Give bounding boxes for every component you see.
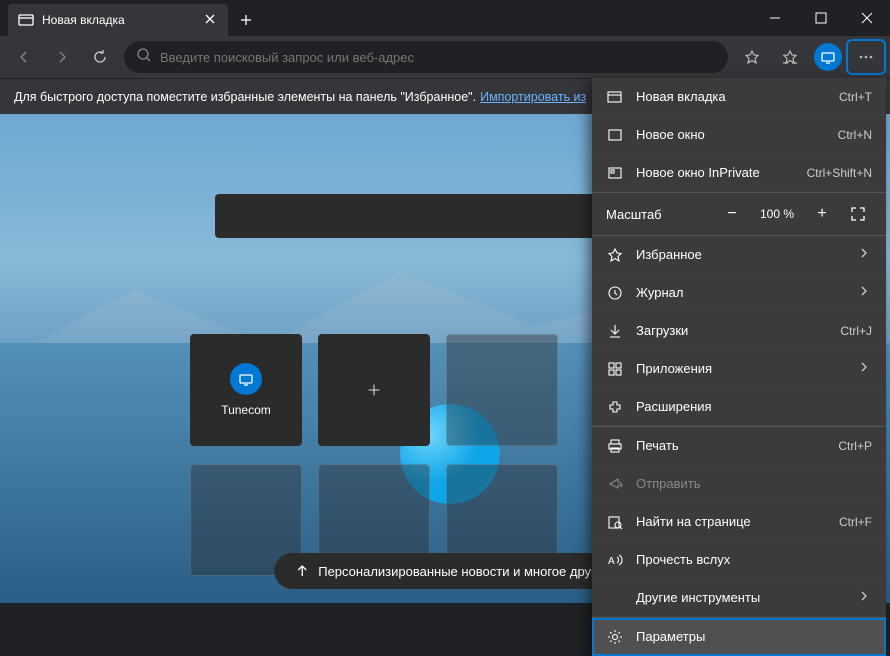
- back-button[interactable]: [6, 41, 42, 73]
- fullscreen-button[interactable]: [844, 200, 872, 228]
- address-input[interactable]: [160, 50, 716, 65]
- menu-label: Журнал: [636, 285, 844, 300]
- news-button-label: Персонализированные новости и многое дру…: [318, 564, 596, 579]
- import-favorites-link[interactable]: Импортировать из: [480, 90, 586, 104]
- favorite-star-button[interactable]: [734, 41, 770, 73]
- personalized-news-button[interactable]: Персонализированные новости и многое дру…: [274, 553, 616, 589]
- profile-button[interactable]: [814, 43, 842, 71]
- menu-share: Отправить: [592, 465, 886, 503]
- new-tab-button[interactable]: [232, 6, 260, 34]
- menu-shortcut: Ctrl+J: [840, 324, 872, 338]
- tab-page-icon: [18, 12, 34, 28]
- menu-zoom: Масштаб − 100 % +: [592, 193, 886, 235]
- menu-label: Загрузки: [636, 323, 828, 338]
- menu-find[interactable]: Найти на странице Ctrl+F: [592, 503, 886, 541]
- infobar-text: Для быстрого доступа поместите избранные…: [14, 90, 476, 104]
- close-window-button[interactable]: [844, 0, 890, 36]
- tab-title: Новая вкладка: [42, 13, 194, 27]
- maximize-button[interactable]: [798, 0, 844, 36]
- address-bar[interactable]: [124, 41, 728, 73]
- menu-shortcut: Ctrl+P: [838, 439, 872, 453]
- forward-button[interactable]: [44, 41, 80, 73]
- menu-shortcut: Ctrl+F: [839, 515, 872, 529]
- menu-label: Найти на странице: [636, 514, 827, 529]
- history-icon: [606, 285, 624, 301]
- chevron-right-icon: [856, 283, 872, 302]
- gear-icon: [606, 629, 624, 645]
- menu-label: Прочесть вслух: [636, 552, 872, 567]
- settings-menu-button[interactable]: [848, 41, 884, 73]
- menu-label: Печать: [636, 438, 826, 453]
- menu-new-inprivate[interactable]: Новое окно InPrivate Ctrl+Shift+N: [592, 154, 886, 192]
- menu-print[interactable]: Печать Ctrl+P: [592, 427, 886, 465]
- menu-label: Новое окно InPrivate: [636, 165, 795, 180]
- apps-icon: [606, 361, 624, 377]
- tab-close-icon[interactable]: [202, 11, 218, 30]
- tile-icon: [230, 363, 262, 395]
- search-icon: [136, 47, 152, 68]
- browser-tab[interactable]: Новая вкладка: [8, 4, 228, 36]
- zoom-value: 100 %: [754, 207, 800, 221]
- menu-label: Отправить: [636, 476, 872, 491]
- menu-read-aloud[interactable]: A Прочесть вслух: [592, 541, 886, 579]
- tile-label: Tunecom: [221, 403, 271, 417]
- zoom-out-button[interactable]: −: [718, 200, 746, 228]
- menu-history[interactable]: Журнал: [592, 274, 886, 312]
- add-tile-button[interactable]: [318, 334, 430, 446]
- menu-favorites[interactable]: Избранное: [592, 236, 886, 274]
- window-controls: [752, 0, 890, 36]
- menu-shortcut: Ctrl+N: [838, 128, 872, 142]
- toolbar: [0, 36, 890, 78]
- menu-label: Параметры: [636, 629, 872, 644]
- settings-menu: Новая вкладка Ctrl+T Новое окно Ctrl+N Н…: [592, 78, 886, 656]
- download-icon: [606, 323, 624, 339]
- tile-placeholder: [446, 334, 558, 446]
- share-icon: [606, 476, 624, 492]
- menu-label: Расширения: [636, 399, 872, 414]
- new-tab-icon: [606, 89, 624, 105]
- favorites-bar-button[interactable]: [772, 41, 808, 73]
- menu-extensions[interactable]: Расширения: [592, 388, 886, 426]
- chevron-right-icon: [856, 359, 872, 378]
- menu-apps[interactable]: Приложения: [592, 350, 886, 388]
- menu-new-window[interactable]: Новое окно Ctrl+N: [592, 116, 886, 154]
- titlebar: Новая вкладка: [0, 0, 890, 36]
- svg-text:A: A: [608, 556, 615, 567]
- menu-label: Новое окно: [636, 127, 826, 142]
- minimize-button[interactable]: [752, 0, 798, 36]
- quick-links-tiles: Tunecom: [190, 334, 558, 446]
- refresh-button[interactable]: [82, 41, 118, 73]
- menu-label: Новая вкладка: [636, 89, 827, 104]
- window-icon: [606, 127, 624, 143]
- tile-tunecom[interactable]: Tunecom: [190, 334, 302, 446]
- menu-label: Избранное: [636, 247, 844, 262]
- menu-settings[interactable]: Параметры: [592, 618, 886, 656]
- zoom-in-button[interactable]: +: [808, 200, 836, 228]
- menu-downloads[interactable]: Загрузки Ctrl+J: [592, 312, 886, 350]
- chevron-right-icon: [856, 245, 872, 264]
- menu-new-tab[interactable]: Новая вкладка Ctrl+T: [592, 78, 886, 116]
- extensions-icon: [606, 399, 624, 415]
- chevron-right-icon: [856, 588, 872, 607]
- star-icon: [606, 247, 624, 263]
- zoom-label: Масштаб: [606, 207, 710, 222]
- print-icon: [606, 438, 624, 454]
- menu-shortcut: Ctrl+Shift+N: [807, 166, 872, 180]
- inprivate-icon: [606, 165, 624, 181]
- read-aloud-icon: A: [606, 552, 624, 568]
- menu-label: Приложения: [636, 361, 844, 376]
- menu-shortcut: Ctrl+T: [839, 90, 872, 104]
- menu-more-tools[interactable]: Другие инструменты: [592, 579, 886, 617]
- find-icon: [606, 514, 624, 530]
